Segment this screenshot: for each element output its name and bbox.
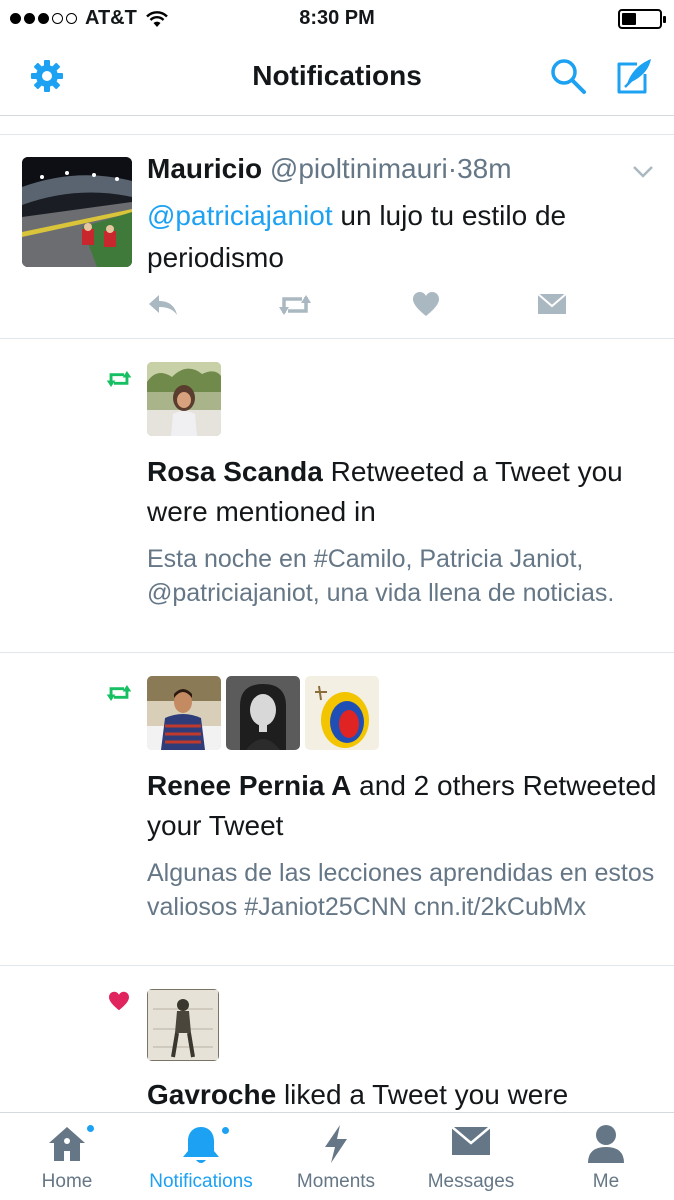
notification-action: liked a Tweet you were xyxy=(276,1079,569,1110)
avatar-row xyxy=(147,989,219,1061)
reply-icon[interactable] xyxy=(147,291,179,324)
meta-separator: · xyxy=(447,153,458,184)
retweet-icon[interactable] xyxy=(277,291,313,324)
tab-label: Me xyxy=(592,1171,620,1192)
avatar-row xyxy=(147,362,221,436)
bell-icon xyxy=(134,1123,268,1167)
tab-label: Moments xyxy=(296,1171,376,1192)
tab-bar: Home Notifications Moments Messages Me xyxy=(0,1112,674,1200)
tweet-text: @patriciajaniot un lujo tu estilo de per… xyxy=(147,195,662,279)
notification-body: Esta noche en #Camilo, Patricia Janiot, … xyxy=(147,545,615,607)
notification-item[interactable]: Rosa Scanda Retweeted a Tweet you were m… xyxy=(0,340,674,653)
tab-home[interactable]: Home xyxy=(0,1113,134,1200)
person-icon xyxy=(539,1123,673,1165)
search-icon[interactable] xyxy=(548,56,588,96)
tweet-actions xyxy=(147,291,577,321)
avatar[interactable] xyxy=(305,676,379,750)
notification-title: Renee Pernia A and 2 others Retweeted yo… xyxy=(147,766,662,846)
retweet-icon xyxy=(106,368,132,395)
tab-label: Home xyxy=(41,1171,93,1192)
tab-me[interactable]: Me xyxy=(539,1113,673,1200)
actor-name[interactable]: Rosa Scanda xyxy=(147,456,323,487)
unread-dot xyxy=(85,1123,96,1134)
tweet[interactable]: Mauricio @pioltinimauri·38m @patriciajan… xyxy=(0,135,674,339)
chevron-down-icon[interactable] xyxy=(632,165,654,184)
unread-dot xyxy=(220,1125,231,1136)
tab-label: Messages xyxy=(427,1171,515,1192)
status-time: 8:30 PM xyxy=(299,7,375,29)
tab-notifications[interactable]: Notifications xyxy=(134,1113,268,1200)
envelope-icon xyxy=(404,1123,538,1159)
compose-icon[interactable] xyxy=(613,56,653,96)
avatar-row xyxy=(147,676,379,750)
actor-name[interactable]: Renee Pernia A xyxy=(147,770,351,801)
notification-body: Algunas de las lecciones aprendidas en e… xyxy=(147,859,655,921)
home-icon xyxy=(0,1123,134,1163)
battery-icon xyxy=(618,9,666,29)
avatar[interactable] xyxy=(22,157,132,267)
actor-name[interactable]: Gavroche xyxy=(147,1079,276,1110)
notification-item[interactable]: Gavroche liked a Tweet you were xyxy=(0,967,674,1127)
tweet-header: Mauricio @pioltinimauri·38m xyxy=(147,153,512,185)
tab-messages[interactable]: Messages xyxy=(404,1113,538,1200)
heart-icon[interactable] xyxy=(412,291,440,322)
tab-label: Notifications xyxy=(149,1171,253,1192)
avatar[interactable] xyxy=(147,676,221,750)
heart-icon xyxy=(108,991,130,1016)
envelope-icon[interactable] xyxy=(537,291,567,322)
notification-title: Rosa Scanda Retweeted a Tweet you were m… xyxy=(147,452,662,532)
tweet-time: 38m xyxy=(457,153,512,184)
status-bar: AT&T 8:30 PM xyxy=(0,0,674,40)
lightning-icon xyxy=(269,1123,403,1165)
retweet-icon xyxy=(106,682,132,709)
navigation-bar: Notifications xyxy=(0,40,674,116)
tweet-handle[interactable]: @pioltinimauri xyxy=(270,153,448,184)
tab-moments[interactable]: Moments xyxy=(269,1113,403,1200)
notification-item[interactable]: Renee Pernia A and 2 others Retweeted yo… xyxy=(0,654,674,966)
avatar[interactable] xyxy=(147,362,221,436)
mention-link[interactable]: @patriciajaniot xyxy=(147,200,333,231)
tweet-author-name[interactable]: Mauricio xyxy=(147,153,262,184)
avatar[interactable] xyxy=(226,676,300,750)
notification-title: Gavroche liked a Tweet you were xyxy=(147,1075,662,1115)
avatar[interactable] xyxy=(147,989,219,1061)
